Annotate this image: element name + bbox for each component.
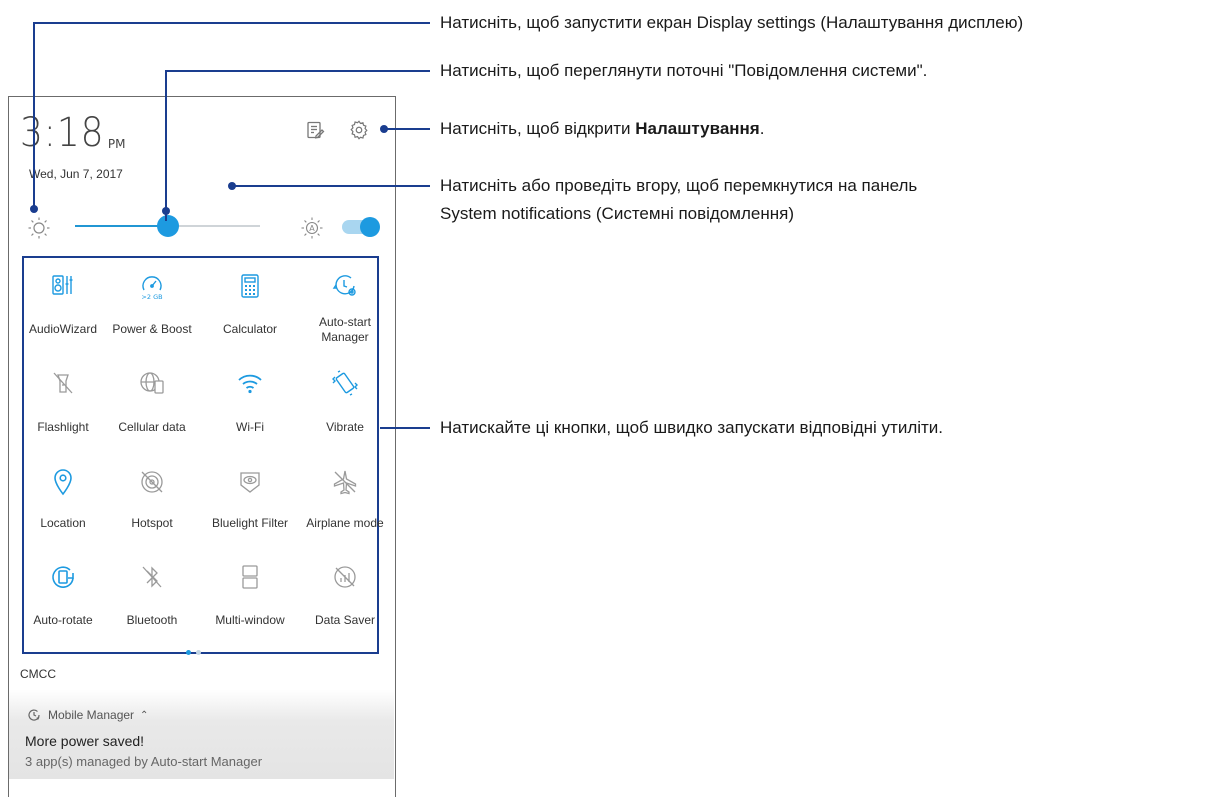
callout-dot bbox=[380, 125, 388, 133]
callout-swipe-line1: Натисніть або проведіть вгору, щоб перем… bbox=[440, 176, 918, 195]
callout-settings-prefix: Натисніть, щоб відкрити bbox=[440, 119, 636, 138]
callout-dot bbox=[30, 205, 38, 213]
callout-display-settings: Натисніть, щоб запустити екран Display s… bbox=[440, 13, 1024, 32]
callout-settings-suffix: . bbox=[759, 119, 765, 138]
callout-system-notifications: Натисніть, щоб переглянути поточні "Пові… bbox=[440, 61, 928, 80]
callout-swipe-line2: System notifications (Системні повідомле… bbox=[440, 204, 795, 223]
callout-dot bbox=[228, 182, 236, 190]
callout-settings: Натисніть, щоб відкрити Налаштування. bbox=[440, 117, 764, 141]
callout-dot bbox=[162, 207, 170, 215]
callout-quick-tiles: Натискайте ці кнопки, щоб швидко запуска… bbox=[440, 418, 944, 437]
callout-settings-bold: Налаштування bbox=[635, 119, 760, 138]
callout-line-display bbox=[33, 22, 430, 209]
callout-line-notifications bbox=[165, 70, 430, 221]
